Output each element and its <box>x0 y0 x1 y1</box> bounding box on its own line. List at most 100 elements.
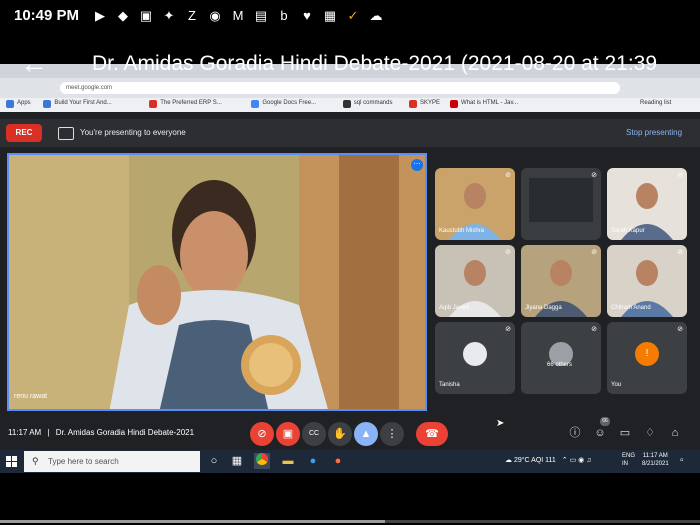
participant-tile[interactable]: ! ⊘ You <box>607 322 687 394</box>
participant-name: Aqib Javed <box>439 305 469 311</box>
language-indicator[interactable]: ENG IN <box>622 452 635 468</box>
people-icon[interactable]: ☺ <box>591 424 609 442</box>
taskbar-date: 8/21/2021 <box>642 461 669 467</box>
mic-muted-icon: ⊘ <box>677 172 683 179</box>
mic-muted-icon: ⊘ <box>505 249 511 256</box>
bookmark-item[interactable]: The Preferred ERP S... <box>160 100 222 106</box>
stop-presenting-button[interactable]: Stop presenting <box>626 128 682 137</box>
main-speaker-tile[interactable] <box>7 153 427 411</box>
more-options-button[interactable]: ⋮ <box>380 422 404 446</box>
avatar <box>463 342 487 366</box>
file-explorer-icon[interactable]: ▬ <box>280 453 296 469</box>
bookmark-item[interactable]: What is HTML - Jav... <box>461 100 518 106</box>
taskbar-search-input[interactable]: Type here to search <box>24 451 200 472</box>
participant-name: Chitram Anand <box>611 305 651 311</box>
newspaper-icon: ▤ <box>254 8 268 23</box>
search-icon: ⚲ <box>32 456 39 466</box>
back-arrow-icon[interactable]: ← <box>20 47 48 81</box>
snapchat-icon: ◉ <box>209 8 221 23</box>
bookmark-item[interactable]: SKYPE <box>420 100 440 106</box>
lock-icon[interactable]: ⌂ <box>666 424 684 442</box>
participant-tile[interactable]: ⊘ Chitram Anand <box>607 245 687 317</box>
taskbar-clock[interactable]: 11:17 AM 8/21/2021 <box>642 452 669 468</box>
video-bottom-area <box>0 473 700 525</box>
video-title: Dr. Amidas Goradia Hindi Debate-2021 (20… <box>92 52 658 75</box>
bb-icon: b <box>280 8 288 23</box>
cloud-icon: ☁ <box>369 8 383 23</box>
chevron-up-icon[interactable]: ⌃ <box>562 457 568 464</box>
presenting-icon <box>58 127 74 140</box>
people-count-badge: 66 <box>600 417 610 426</box>
present-button[interactable]: ▲ <box>354 422 378 446</box>
camera-off-button[interactable]: ▣ <box>276 422 300 446</box>
meeting-time: 11:17 AM <box>8 428 42 437</box>
captions-button[interactable]: CC <box>302 422 326 446</box>
captions-icon: CC <box>308 430 320 437</box>
edge-icon[interactable]: ● <box>305 453 321 469</box>
speaking-indicator-icon: ⋯ <box>411 159 423 171</box>
mic-muted-icon: ⊘ <box>677 326 683 333</box>
system-tray: ☁ 29°C AQI 111 ⌃ ▭ ◉ ♫ <box>505 456 591 464</box>
mic-muted-icon: ⊘ <box>677 249 683 256</box>
moneycontrol-icon: M <box>232 8 244 23</box>
mic-off-icon: ⊘ <box>257 428 267 440</box>
bookmark-icon <box>342 100 351 108</box>
cortana-icon[interactable]: ○ <box>206 453 222 469</box>
bookmark-item[interactable]: Google Docs Free... <box>262 100 316 106</box>
windows-start-icon[interactable] <box>6 455 18 467</box>
bookmark-icon <box>43 100 52 108</box>
shield-icon: ◆ <box>118 8 128 23</box>
bookmark-item[interactable]: Build Your First And... <box>54 100 111 106</box>
region-code: IN <box>622 461 628 467</box>
status-clock: 10:49 PM <box>14 7 80 24</box>
youtube-icon: ▶ <box>95 8 105 23</box>
participant-name: Tanisha <box>439 382 460 388</box>
participant-tile[interactable]: ⊘ <box>521 168 601 240</box>
end-call-button[interactable]: ☎ <box>416 422 448 446</box>
participant-tile[interactable]: ⊘ Sarah Kapur <box>607 168 687 240</box>
wifi-icon[interactable]: ◉ <box>578 457 584 464</box>
zomato-icon: Z <box>188 8 196 23</box>
rec-badge: REC <box>6 124 42 142</box>
reading-list-button[interactable]: Reading list <box>640 100 671 106</box>
mic-muted-icon: ⊘ <box>591 326 597 333</box>
camera-off-icon: ▣ <box>282 428 294 440</box>
present-icon: ▲ <box>360 428 372 440</box>
bookmark-item[interactable]: Apps <box>17 100 31 106</box>
participant-tile[interactable]: ⊘ 66 others <box>521 322 601 394</box>
participant-name: Kaustubh Mishra <box>439 228 485 234</box>
health-icon: ♥ <box>303 8 311 23</box>
participant-tile[interactable]: ⊘ Tanisha <box>435 322 515 394</box>
chrome-taskbar-icon[interactable] <box>254 453 270 469</box>
notification-icon[interactable]: ▫ <box>680 455 684 466</box>
firefox-icon[interactable]: ● <box>330 453 346 469</box>
activities-icon[interactable]: ♢ <box>641 424 659 442</box>
participant-tile[interactable]: ⊘ Kaustubh Mishra <box>435 168 515 240</box>
participant-name: You <box>611 382 622 388</box>
mic-muted-icon: ⊘ <box>591 172 597 179</box>
raise-hand-icon: ✋ <box>333 428 347 440</box>
bookmark-icon <box>251 100 260 108</box>
bookmark-icon <box>6 100 14 108</box>
battery-icon[interactable]: ▭ <box>570 457 577 464</box>
participant-name: Jiyana Dagga <box>525 305 562 311</box>
bookmark-icon <box>149 100 158 108</box>
presenting-text: You're presenting to everyone <box>80 128 186 137</box>
address-bar[interactable]: meet.google.com <box>60 82 620 94</box>
participant-tile[interactable]: ⊘ Jiyana Dagga <box>521 245 601 317</box>
mic-off-button[interactable]: ⊘ <box>250 422 274 446</box>
bookmark-icon <box>450 100 458 108</box>
taskbar-time: 11:17 AM <box>642 453 668 459</box>
chat-icon[interactable]: ▭ <box>616 424 634 442</box>
flipboard-icon: ▣ <box>139 8 153 23</box>
weather-icon: ☁ <box>505 457 512 464</box>
info-icon[interactable]: ⓘ <box>566 424 584 442</box>
participant-tile[interactable]: ⊘ Aqib Javed <box>435 245 515 317</box>
more-options-icon: ⋮ <box>386 428 398 440</box>
raise-hand-button[interactable]: ✋ <box>328 422 352 446</box>
you-avatar: ! <box>635 342 659 366</box>
task-view-icon[interactable]: ▦ <box>229 453 245 469</box>
volume-icon[interactable]: ♫ <box>586 457 591 464</box>
aqi: AQI 111 <box>531 457 556 464</box>
bookmark-item[interactable]: sql commands <box>354 100 393 106</box>
